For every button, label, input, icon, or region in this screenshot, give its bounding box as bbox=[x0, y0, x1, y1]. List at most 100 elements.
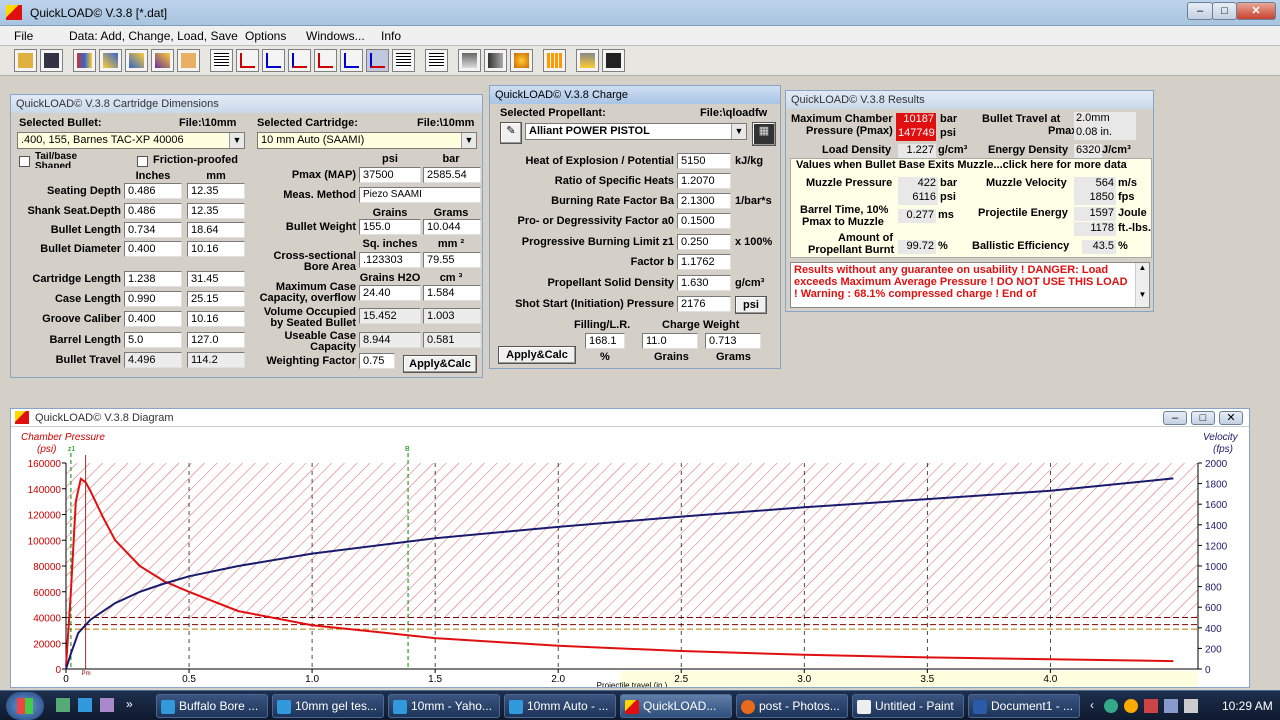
print-button[interactable] bbox=[576, 49, 599, 72]
case-length-mm-field[interactable]: 25.15 bbox=[187, 291, 245, 307]
cartridge-view-button[interactable] bbox=[484, 49, 507, 72]
burn-curve-button[interactable] bbox=[288, 49, 311, 72]
task-scroll-left-icon[interactable]: ‹ bbox=[1090, 698, 1094, 712]
ratio-specific-heats-field[interactable]: 1.2070 bbox=[677, 173, 731, 189]
propellant-db-button[interactable] bbox=[125, 49, 148, 72]
save-file-button[interactable] bbox=[40, 49, 63, 72]
diagram-close-button[interactable]: ✕ bbox=[1219, 411, 1243, 425]
volume-icon[interactable] bbox=[1164, 699, 1178, 713]
quick-launch-more-icon[interactable]: » bbox=[126, 697, 133, 711]
pmax-bar-field[interactable]: 2585.54 bbox=[423, 167, 481, 183]
barrel-length-in-field[interactable]: 5.0 bbox=[124, 332, 182, 348]
table-view-button[interactable] bbox=[210, 49, 233, 72]
solid-density-field[interactable]: 1.630 bbox=[677, 275, 731, 291]
weighting-factor-field[interactable]: 0.75 bbox=[359, 353, 395, 369]
diagram-maximize-button[interactable]: □ bbox=[1191, 411, 1215, 425]
chevron-down-icon[interactable]: ▼ bbox=[229, 133, 244, 148]
barrel-length-mm-field[interactable]: 127.0 bbox=[187, 332, 245, 348]
switch-windows-icon[interactable] bbox=[100, 698, 114, 712]
compare-button[interactable] bbox=[458, 49, 481, 72]
task-paint[interactable]: Untitled - Paint bbox=[852, 694, 964, 718]
security-icon[interactable] bbox=[1124, 699, 1138, 713]
task-document1[interactable]: Document1 - ... bbox=[968, 694, 1080, 718]
groove-caliber-in-field[interactable]: 0.400 bbox=[124, 311, 182, 327]
bullet-db-button[interactable] bbox=[73, 49, 96, 72]
muzzle-values-header[interactable]: Values when Bullet Base Exits Muzzle...c… bbox=[796, 159, 1127, 171]
chevron-down-icon[interactable]: ▼ bbox=[731, 124, 746, 139]
factor-b-field[interactable]: 1.1762 bbox=[677, 254, 731, 270]
propellant-edit-button[interactable]: ✎ bbox=[500, 122, 522, 144]
task-10mm-auto[interactable]: 10mm Auto - ... bbox=[504, 694, 616, 718]
list-view-button[interactable] bbox=[392, 49, 415, 72]
charge-grams-field[interactable]: 0.713 bbox=[705, 333, 761, 349]
task-10mm-gel[interactable]: 10mm gel tes... bbox=[272, 694, 384, 718]
menu-info[interactable]: Info bbox=[381, 29, 401, 43]
degressivity-factor-field[interactable]: 0.1500 bbox=[677, 213, 731, 229]
pressure-unit-button[interactable]: psi bbox=[735, 296, 767, 314]
time-curve-button[interactable] bbox=[340, 49, 363, 72]
menu-windows[interactable]: Windows... bbox=[306, 29, 365, 43]
cartridge-select[interactable]: 10 mm Auto (SAAMI) ▼ bbox=[257, 132, 477, 149]
menu-file[interactable]: File bbox=[14, 29, 33, 43]
edit-data-button[interactable] bbox=[151, 49, 174, 72]
burning-rate-factor-field[interactable]: 2.1300 bbox=[677, 193, 731, 209]
apply-calc-button[interactable]: Apply&Calc bbox=[403, 355, 477, 373]
propellant-select[interactable]: Alliant POWER PISTOL ▼ bbox=[525, 123, 747, 140]
bullet-select[interactable]: .400, 155, Barnes TAC-XP 40006 ▼ bbox=[17, 132, 245, 149]
warning-box[interactable]: Results without any guarantee on usabili… bbox=[790, 262, 1150, 308]
meas-method-field[interactable]: Piezo SAAMI bbox=[359, 187, 481, 203]
monitor-icon[interactable] bbox=[1184, 699, 1198, 713]
cartridge-length-in-field[interactable]: 1.238 bbox=[124, 271, 182, 287]
velocity-curve-button[interactable] bbox=[262, 49, 285, 72]
energy-curve-button[interactable] bbox=[314, 49, 337, 72]
groove-caliber-mm-field[interactable]: 10.16 bbox=[187, 311, 245, 327]
bullet-diameter-in-field[interactable]: 0.400 bbox=[124, 241, 182, 257]
bullet-length-mm-field[interactable]: 18.64 bbox=[187, 222, 245, 238]
clock[interactable]: 10:29 AM bbox=[1222, 699, 1273, 713]
grid-view-button[interactable] bbox=[425, 49, 448, 72]
seating-depth-in-field[interactable]: 0.486 bbox=[124, 183, 182, 199]
warning-scrollbar[interactable]: ▲ ▼ bbox=[1135, 263, 1149, 307]
start-button[interactable] bbox=[6, 692, 44, 720]
hand-tool-button[interactable] bbox=[177, 49, 200, 72]
apply-calc-charge-button[interactable]: Apply&Calc bbox=[498, 346, 576, 364]
shank-seat-depth-mm-field[interactable]: 12.35 bbox=[187, 203, 245, 219]
menu-data[interactable]: Data: Add, Change, Load, Save bbox=[69, 29, 238, 43]
minimize-button[interactable]: – bbox=[1187, 2, 1213, 20]
gun-button[interactable] bbox=[602, 49, 625, 72]
close-button[interactable]: ✕ bbox=[1236, 2, 1276, 20]
max-case-capacity-grains-field[interactable]: 24.40 bbox=[359, 285, 421, 301]
maximize-button[interactable]: □ bbox=[1212, 2, 1237, 20]
task-post-photos[interactable]: post - Photos... bbox=[736, 694, 848, 718]
cartridge-db-button[interactable] bbox=[99, 49, 122, 72]
pmax-psi-field[interactable]: 37500 bbox=[359, 167, 421, 183]
tail-base-checkbox[interactable] bbox=[19, 156, 30, 167]
open-file-button[interactable] bbox=[14, 49, 37, 72]
ie-icon[interactable] bbox=[78, 698, 92, 712]
diagram-chart[interactable]: z1 BPm02000040000600008000010000012000014… bbox=[11, 427, 1249, 687]
bullet-weight-grains-field[interactable]: 155.0 bbox=[359, 219, 421, 235]
filling-field[interactable]: 168.1 bbox=[585, 333, 625, 349]
task-quickload[interactable]: QuickLOAD... bbox=[620, 694, 732, 718]
primer-button[interactable] bbox=[510, 49, 533, 72]
desktop-icon[interactable] bbox=[56, 698, 70, 712]
charge-grains-field[interactable]: 11.0 bbox=[642, 333, 698, 349]
powder-sample-button[interactable]: ▦ bbox=[752, 122, 776, 146]
network-icon[interactable] bbox=[1104, 699, 1118, 713]
shank-seat-depth-in-field[interactable]: 0.486 bbox=[124, 203, 182, 219]
task-buffalo-bore[interactable]: Buffalo Bore ... bbox=[156, 694, 268, 718]
bullet-diameter-mm-field[interactable]: 10.16 bbox=[187, 241, 245, 257]
pressure-curve-button[interactable] bbox=[236, 49, 259, 72]
chart-compare-button[interactable] bbox=[543, 49, 566, 72]
shot-start-pressure-field[interactable]: 2176 bbox=[677, 296, 731, 312]
friction-proofed-checkbox[interactable] bbox=[137, 156, 148, 167]
heat-of-explosion-field[interactable]: 5150 bbox=[677, 153, 731, 169]
menu-options[interactable]: Options bbox=[245, 29, 286, 43]
combined-diagram-button[interactable] bbox=[366, 49, 389, 72]
task-10mm-yahoo[interactable]: 10mm - Yaho... bbox=[388, 694, 500, 718]
case-length-in-field[interactable]: 0.990 bbox=[124, 291, 182, 307]
max-case-capacity-cm3-field[interactable]: 1.584 bbox=[423, 285, 481, 301]
bullet-weight-grams-field[interactable]: 10.044 bbox=[423, 219, 481, 235]
burning-limit-field[interactable]: 0.250 bbox=[677, 234, 731, 250]
bullet-length-in-field[interactable]: 0.734 bbox=[124, 222, 182, 238]
